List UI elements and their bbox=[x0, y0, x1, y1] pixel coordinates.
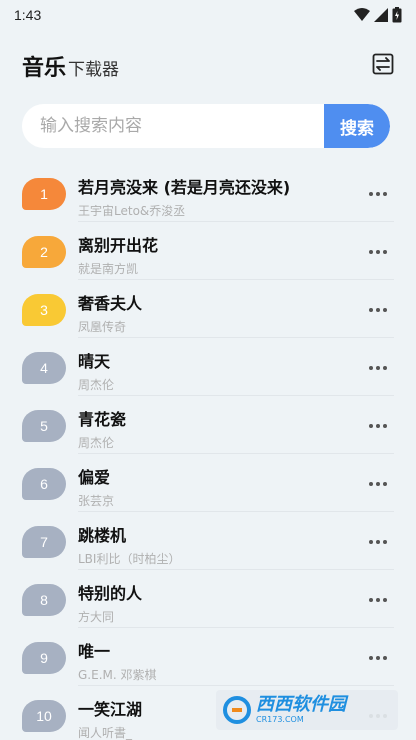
rank-badge: 3 bbox=[22, 294, 66, 326]
song-artist: 王宇宙Leto&乔浚丞 bbox=[78, 204, 186, 218]
song-title: 一笑江湖 bbox=[78, 700, 143, 719]
status-bar: 1:43 bbox=[0, 0, 416, 30]
more-options-button[interactable] bbox=[366, 532, 390, 552]
song-artist: 张芸京 bbox=[78, 494, 115, 508]
more-options-button[interactable] bbox=[366, 242, 390, 262]
rank-badge: 1 bbox=[22, 178, 66, 210]
watermark-subtext: CR173.COM bbox=[256, 715, 304, 724]
more-options-button[interactable] bbox=[366, 474, 390, 494]
battery-icon bbox=[392, 7, 402, 23]
search-button[interactable]: 搜索 bbox=[324, 104, 390, 148]
song-title: 奢香夫人 bbox=[78, 294, 143, 313]
more-options-button[interactable] bbox=[366, 358, 390, 378]
app-header: 音乐 下载器 bbox=[22, 52, 398, 82]
rank-badge: 4 bbox=[22, 352, 66, 384]
swap-icon bbox=[372, 53, 394, 75]
more-icon bbox=[369, 424, 387, 428]
app-subtitle: 下载器 bbox=[68, 60, 120, 80]
more-options-button[interactable] bbox=[366, 300, 390, 320]
rank-badge: 2 bbox=[22, 236, 66, 268]
app-title: 音乐 bbox=[22, 56, 67, 81]
rank-badge: 9 bbox=[22, 642, 66, 674]
cell-signal-icon bbox=[374, 8, 388, 22]
wifi-icon bbox=[354, 8, 370, 21]
song-artist: 方大同 bbox=[78, 610, 115, 624]
rank-badge: 10 bbox=[22, 700, 66, 732]
more-options-button[interactable] bbox=[366, 648, 390, 668]
status-icons bbox=[354, 7, 402, 23]
song-row[interactable]: 2 离别开出花就是南方凯 bbox=[0, 222, 416, 280]
more-icon bbox=[369, 308, 387, 312]
song-list: 1 若月亮没来 (若是月亮还没来) 王宇宙Leto&乔浚丞 2 离别开出花就是南方凯 3 奢… bbox=[0, 164, 416, 740]
song-row[interactable]: 6 偏爱张芸京 bbox=[0, 454, 416, 512]
status-time: 1:43 bbox=[14, 7, 42, 23]
watermark-text: 西西软件园 bbox=[256, 694, 346, 715]
more-options-button[interactable] bbox=[366, 184, 390, 204]
more-icon bbox=[369, 250, 387, 254]
song-row[interactable]: 3 奢香夫人凤凰传奇 bbox=[0, 280, 416, 338]
song-title: 晴天 bbox=[78, 352, 111, 371]
song-artist: 闻人听書_ bbox=[78, 726, 133, 740]
swap-button[interactable] bbox=[372, 53, 394, 75]
song-title: 若月亮没来 (若是月亮还没来) bbox=[78, 178, 291, 197]
song-row[interactable]: 5 青花瓷周杰伦 bbox=[0, 396, 416, 454]
song-row[interactable]: 9 唯一 G.E.M. 邓紫棋 bbox=[0, 628, 416, 686]
more-icon bbox=[369, 540, 387, 544]
song-artist: 就是南方凯 bbox=[78, 262, 139, 276]
more-icon bbox=[369, 598, 387, 602]
song-artist: LBI利比（时柏尘） bbox=[78, 552, 181, 566]
more-icon bbox=[369, 656, 387, 660]
song-row[interactable]: 8 特别的人方大同 bbox=[0, 570, 416, 628]
song-title: 跳楼机 bbox=[78, 526, 127, 545]
more-options-button[interactable] bbox=[366, 416, 390, 436]
song-title: 青花瓷 bbox=[78, 410, 127, 429]
song-row[interactable]: 1 若月亮没来 (若是月亮还没来) 王宇宙Leto&乔浚丞 bbox=[0, 164, 416, 222]
song-title: 特别的人 bbox=[78, 584, 143, 603]
song-artist: 周杰伦 bbox=[78, 378, 115, 392]
more-icon bbox=[369, 192, 387, 196]
song-artist: 凤凰传奇 bbox=[78, 320, 127, 334]
more-icon bbox=[369, 482, 387, 486]
song-title: 离别开出花 bbox=[78, 236, 159, 255]
rank-badge: 8 bbox=[22, 584, 66, 616]
more-icon bbox=[369, 366, 387, 370]
song-title: 偏爱 bbox=[78, 468, 111, 487]
song-artist: G.E.M. 邓紫棋 bbox=[78, 668, 157, 682]
song-row[interactable]: 4 晴天周杰伦 bbox=[0, 338, 416, 396]
rank-badge: 7 bbox=[22, 526, 66, 558]
song-artist: 周杰伦 bbox=[78, 436, 115, 450]
rank-badge: 5 bbox=[22, 410, 66, 442]
search-input[interactable] bbox=[22, 104, 324, 148]
search-bar: 搜索 bbox=[22, 104, 390, 148]
more-options-button[interactable] bbox=[366, 590, 390, 610]
rank-badge: 6 bbox=[22, 468, 66, 500]
song-row[interactable]: 7 跳楼机 LBI利比（时柏尘） bbox=[0, 512, 416, 570]
watermark: 西西软件园 CR173.COM bbox=[216, 690, 398, 730]
watermark-logo-icon bbox=[223, 696, 251, 724]
song-title: 唯一 bbox=[78, 642, 111, 661]
